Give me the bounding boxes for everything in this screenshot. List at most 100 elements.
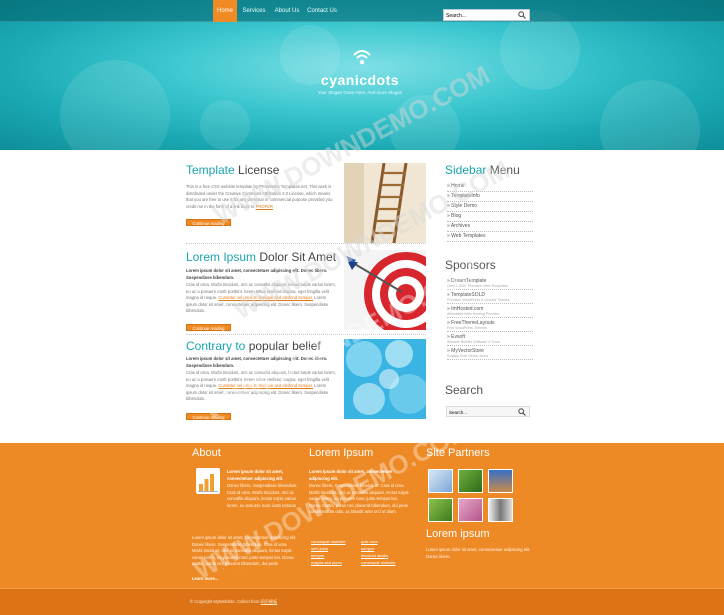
nav-item-about-us[interactable]: About Us [272,0,302,22]
sidebar-search-input[interactable] [449,408,515,416]
sponsor-desc: Premium WordPress & Joomla Themes [447,298,510,302]
top-navigation: Home Services About Us Contact Us [0,0,724,22]
sponsor-item[interactable]: » TemplateSOLD Premium WordPress & Jooml… [447,292,533,304]
footer-lorem-title: Lorem Ipsum [309,447,374,459]
footer-link[interactable]: semper [361,546,374,552]
article-1-title-rest: License [238,163,280,177]
footer-lorem-text: Donec libero. Suspendisse bibendum. Cras… [309,483,409,514]
footer-bottom-bar [0,588,724,615]
footer-learn-more-link[interactable]: Learn more... [192,576,218,583]
article-2-title-rest: Dolor Sit Amet [259,250,337,264]
bokeh-circle [390,95,460,150]
sidebar-search-box [446,406,530,417]
sidebar-item-label: Style Demo [451,203,478,209]
nav-item-contact-us[interactable]: Contact Us [306,0,338,22]
top-search-box [443,9,530,21]
wifi-logo-icon [353,50,371,65]
top-search-input[interactable] [446,11,514,20]
footer-link[interactable]: tincidunt iaculis [361,553,388,559]
footer-link[interactable]: consequat molestie [361,560,395,566]
copyright-label: © Copyright MyWebSite. Collect from [190,599,260,604]
article-divider [186,243,426,244]
site-tagline: Your Slogan Goes Here, And more Slogan [317,90,403,95]
sponsors-title: Sponsors [445,258,496,272]
article-3-lead: Lorem ipsum dolor sit amet, consectetuer… [186,356,328,368]
bokeh-circle [600,80,700,150]
article-1-link[interactable]: PROFER [256,204,273,209]
search-icon[interactable] [518,11,526,19]
partner-thumbnail[interactable] [488,469,513,493]
sponsor-item[interactable]: » Evsoft Website Builder Software & Tool… [447,334,533,346]
article-1-continue-button[interactable]: Continue reading [186,219,231,226]
partner-thumbnail[interactable] [458,469,483,493]
footer-about-text-2: Lorem ipsum dolor sit amet, consectetuer… [192,535,297,569]
sidebar-item-label: Web Templates [451,233,486,239]
partner-thumbnail[interactable] [428,498,453,522]
footer-link[interactable]: magna sed purus [311,560,342,566]
sidebar-search-title: Search [445,383,484,397]
partner-thumbnail[interactable] [458,498,483,522]
footer-link[interactable]: consequat molestie [311,539,345,545]
sidebar-item-archives[interactable]: » Archives [447,222,533,232]
article-1-title-highlight: Template [186,163,235,177]
article-2-title: Lorem Ipsum Dolor Sit Amet [186,250,336,264]
sidebar-item-label: Archives [450,223,471,229]
site-logo-text[interactable]: cyanicdots [310,72,410,88]
article-3-continue-button[interactable]: Continue reading [186,413,231,420]
sponsor-desc: Free WordPress Themes [447,326,488,330]
footer-about-lead: Lorem ipsum dolor sit amet, consectetuer… [227,469,284,481]
nav-item-home[interactable]: Home [213,0,237,22]
article-3-body: Cras id urna. Morbi tincidunt, orci ac c… [186,370,336,408]
sponsor-desc: Website Builder Software & Tools [447,340,500,344]
sidebar-item-home[interactable]: » Home [447,182,533,192]
article-1-title: Template License [186,163,279,177]
sidebar-item-style-demo[interactable]: » Style Demo [447,202,533,212]
sponsor-item[interactable]: » DreamTemplate Over 6,000+ Premium Web … [447,278,533,290]
footer-partners-lorem-title: Lorem ipsum [426,528,490,540]
sponsor-desc: Affordable Web Hosting Provider [447,312,500,316]
sponsor-item[interactable]: » FreeThemeLayouts Free WordPress Themes [447,320,533,332]
article-2-continue-button[interactable]: Continue reading [186,324,231,331]
footer-lorem-lead: Lorem ipsum dolor sit amet, consectetuer… [309,469,393,481]
sponsor-item[interactable]: » MyVectorStore Royalty Free Vector Icon… [447,348,533,360]
nav-item-services[interactable]: Services [240,0,268,22]
sidebar-item-web-templates[interactable]: » Web Templates [447,232,533,242]
sidebar-menu-title-highlight: Sidebar [445,163,487,177]
bokeh-circle [200,100,250,150]
article-divider [186,334,426,335]
footer-partners-title: Site Partners [426,447,490,459]
sidebar-menu-title: Sidebar Menu [445,163,520,177]
search-icon[interactable] [518,408,526,416]
partner-thumbnail[interactable] [488,498,513,522]
sponsor-desc: Over 6,000+ Premium Web Templates [447,284,508,288]
article-1-body: This is a free CSS website template by P… [186,184,336,216]
article-3-title-highlight: Contrary to [186,339,246,353]
footer-link[interactable]: semper [311,553,324,559]
sidebar-menu-title-rest: Menu [489,163,520,177]
copyright-link[interactable]: 网页模板 [261,599,278,604]
sidebar-item-label: Blog [451,213,462,219]
partner-thumbnail[interactable] [428,469,453,493]
article-2-body: Cras id urna. Morbi tincidunt, orci ac c… [186,282,336,315]
bokeh-circle [60,60,170,150]
sidebar-item-label: TemplateInfo [451,193,480,199]
article-3-image-bokeh [344,339,426,419]
sponsor-item[interactable]: » ImHosted.com Affordable Web Hosting Pr… [447,306,533,318]
footer-link[interactable]: sem justo [311,546,328,552]
article-2-link[interactable]: Curabitur vel urna. In tristique sed ele… [218,295,313,300]
article-3-link[interactable]: Curabitur vel urna. In tristique sed ele… [218,383,313,388]
copyright-text: © Copyright MyWebSite. Collect from 网页模板 [190,599,277,605]
article-3-title: Contrary to popular belief [186,339,321,353]
sidebar-item-blog[interactable]: » Blog [447,212,533,222]
header-banner: Home Services About Us Contact Us cyanic… [0,0,724,150]
article-1-image-ladder [344,163,426,243]
sidebar-item-templateinfo[interactable]: » TemplateInfo [447,192,533,202]
sponsor-desc: Royalty Free Vector Icons [447,354,489,358]
bokeh-circle [500,10,580,90]
article-2-title-highlight: Lorem Ipsum [186,250,257,264]
article-2-lead: Lorem ipsum dolor sit amet, consectetuer… [186,268,328,280]
bar-chart-icon [196,468,220,494]
sidebar-item-label: Home [451,183,465,189]
footer-about-title: About [192,447,221,459]
footer-link[interactable]: quis urna [361,539,377,545]
